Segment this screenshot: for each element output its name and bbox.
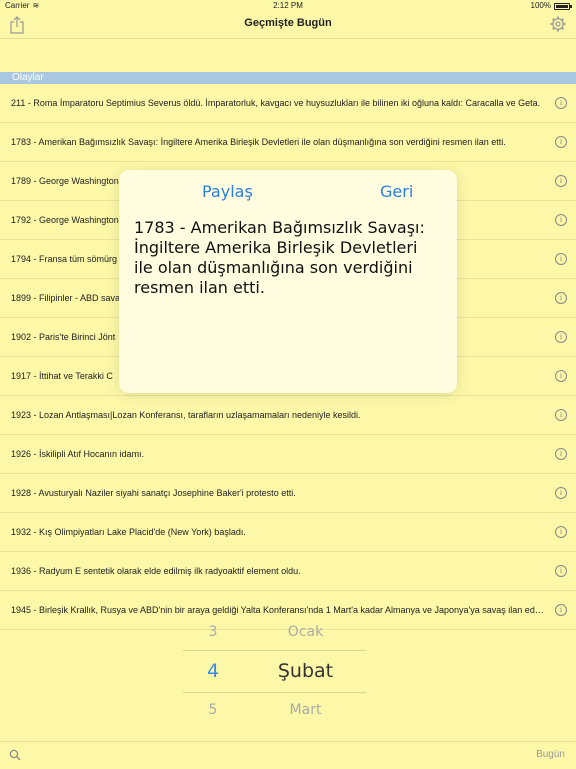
gear-icon[interactable] xyxy=(550,16,566,32)
list-item[interactable]: 1923 - Lozan Antlaşması|Lozan Konferansı… xyxy=(0,396,576,435)
picker-divider xyxy=(183,692,366,693)
info-icon[interactable]: i xyxy=(555,448,567,460)
picker-divider xyxy=(183,650,366,651)
bottom-toolbar: Bugün xyxy=(0,741,576,769)
list-item[interactable]: 211 - Roma İmparatoru Septimius Severus … xyxy=(0,84,576,123)
popup-event-text: 1783 - Amerikan Bağımsızlık Savaşı: İngi… xyxy=(134,218,425,297)
battery-icon xyxy=(554,2,572,10)
section-header: Olaylar xyxy=(0,72,576,84)
event-text: 1932 - Kış Olimpiyatları Lake Placid'de … xyxy=(11,527,246,537)
date-picker[interactable]: 3 4 5 Ocak Şubat Mart xyxy=(0,622,576,726)
event-text: 211 - Roma İmparatoru Septimius Severus … xyxy=(11,98,541,108)
search-icon[interactable] xyxy=(9,749,21,761)
back-button[interactable]: Geri xyxy=(380,182,413,201)
picker-month-selected[interactable]: Şubat xyxy=(243,660,368,682)
info-icon[interactable]: i xyxy=(555,292,567,304)
event-text: 1936 - Radyum E sentetik olarak elde edi… xyxy=(11,566,301,576)
battery-indicator: 100% xyxy=(530,0,572,12)
picker-month-next[interactable]: Mart xyxy=(243,702,368,718)
info-icon[interactable]: i xyxy=(555,604,567,616)
share-button[interactable]: Paylaş xyxy=(202,182,253,201)
info-icon[interactable]: i xyxy=(555,370,567,382)
info-icon[interactable]: i xyxy=(555,487,567,499)
info-icon[interactable]: i xyxy=(555,526,567,538)
info-icon[interactable]: i xyxy=(555,175,567,187)
info-icon[interactable]: i xyxy=(555,253,567,265)
event-text: 1923 - Lozan Antlaşması|Lozan Konferansı… xyxy=(11,410,361,420)
list-item[interactable]: 1783 - Amerikan Bağımsızlık Savaşı: İngi… xyxy=(0,123,576,162)
list-item[interactable]: 1932 - Kış Olimpiyatları Lake Placid'de … xyxy=(0,513,576,552)
clock: 2:12 PM xyxy=(273,1,303,10)
info-icon[interactable]: i xyxy=(555,409,567,421)
picker-day-selected[interactable]: 4 xyxy=(183,660,243,682)
picker-day-prev[interactable]: 3 xyxy=(183,624,243,640)
event-detail-popup: Paylaş Geri 1783 - Amerikan Bağımsızlık … xyxy=(119,170,457,393)
today-button[interactable]: Bugün xyxy=(536,749,565,760)
status-bar: Carrier ≋ 2:12 PM 100% xyxy=(0,0,576,12)
info-icon[interactable]: i xyxy=(555,331,567,343)
event-text: 1928 - Avusturyalı Naziler siyahi sanatç… xyxy=(11,488,296,498)
picker-month-prev[interactable]: Ocak xyxy=(243,624,368,640)
nav-bar: Geçmişte Bugün xyxy=(0,12,576,39)
section-title: Olaylar xyxy=(12,72,44,83)
event-text: 1783 - Amerikan Bağımsızlık Savaşı: İngi… xyxy=(11,137,506,147)
info-icon[interactable]: i xyxy=(555,214,567,226)
picker-day-next[interactable]: 5 xyxy=(183,702,243,718)
list-item[interactable]: 1936 - Radyum E sentetik olarak elde edi… xyxy=(0,552,576,591)
list-item[interactable]: 1928 - Avusturyalı Naziler siyahi sanatç… xyxy=(0,474,576,513)
event-text: 1926 - İskilipli Atıf Hocanın idamı. xyxy=(11,449,145,459)
battery-percent: 100% xyxy=(530,1,551,10)
info-icon[interactable]: i xyxy=(555,565,567,577)
info-icon[interactable]: i xyxy=(555,136,567,148)
list-item[interactable]: 1926 - İskilipli Atıf Hocanın idamı. i xyxy=(0,435,576,474)
page-title: Geçmişte Bugün xyxy=(244,17,332,29)
info-icon[interactable]: i xyxy=(555,97,567,109)
